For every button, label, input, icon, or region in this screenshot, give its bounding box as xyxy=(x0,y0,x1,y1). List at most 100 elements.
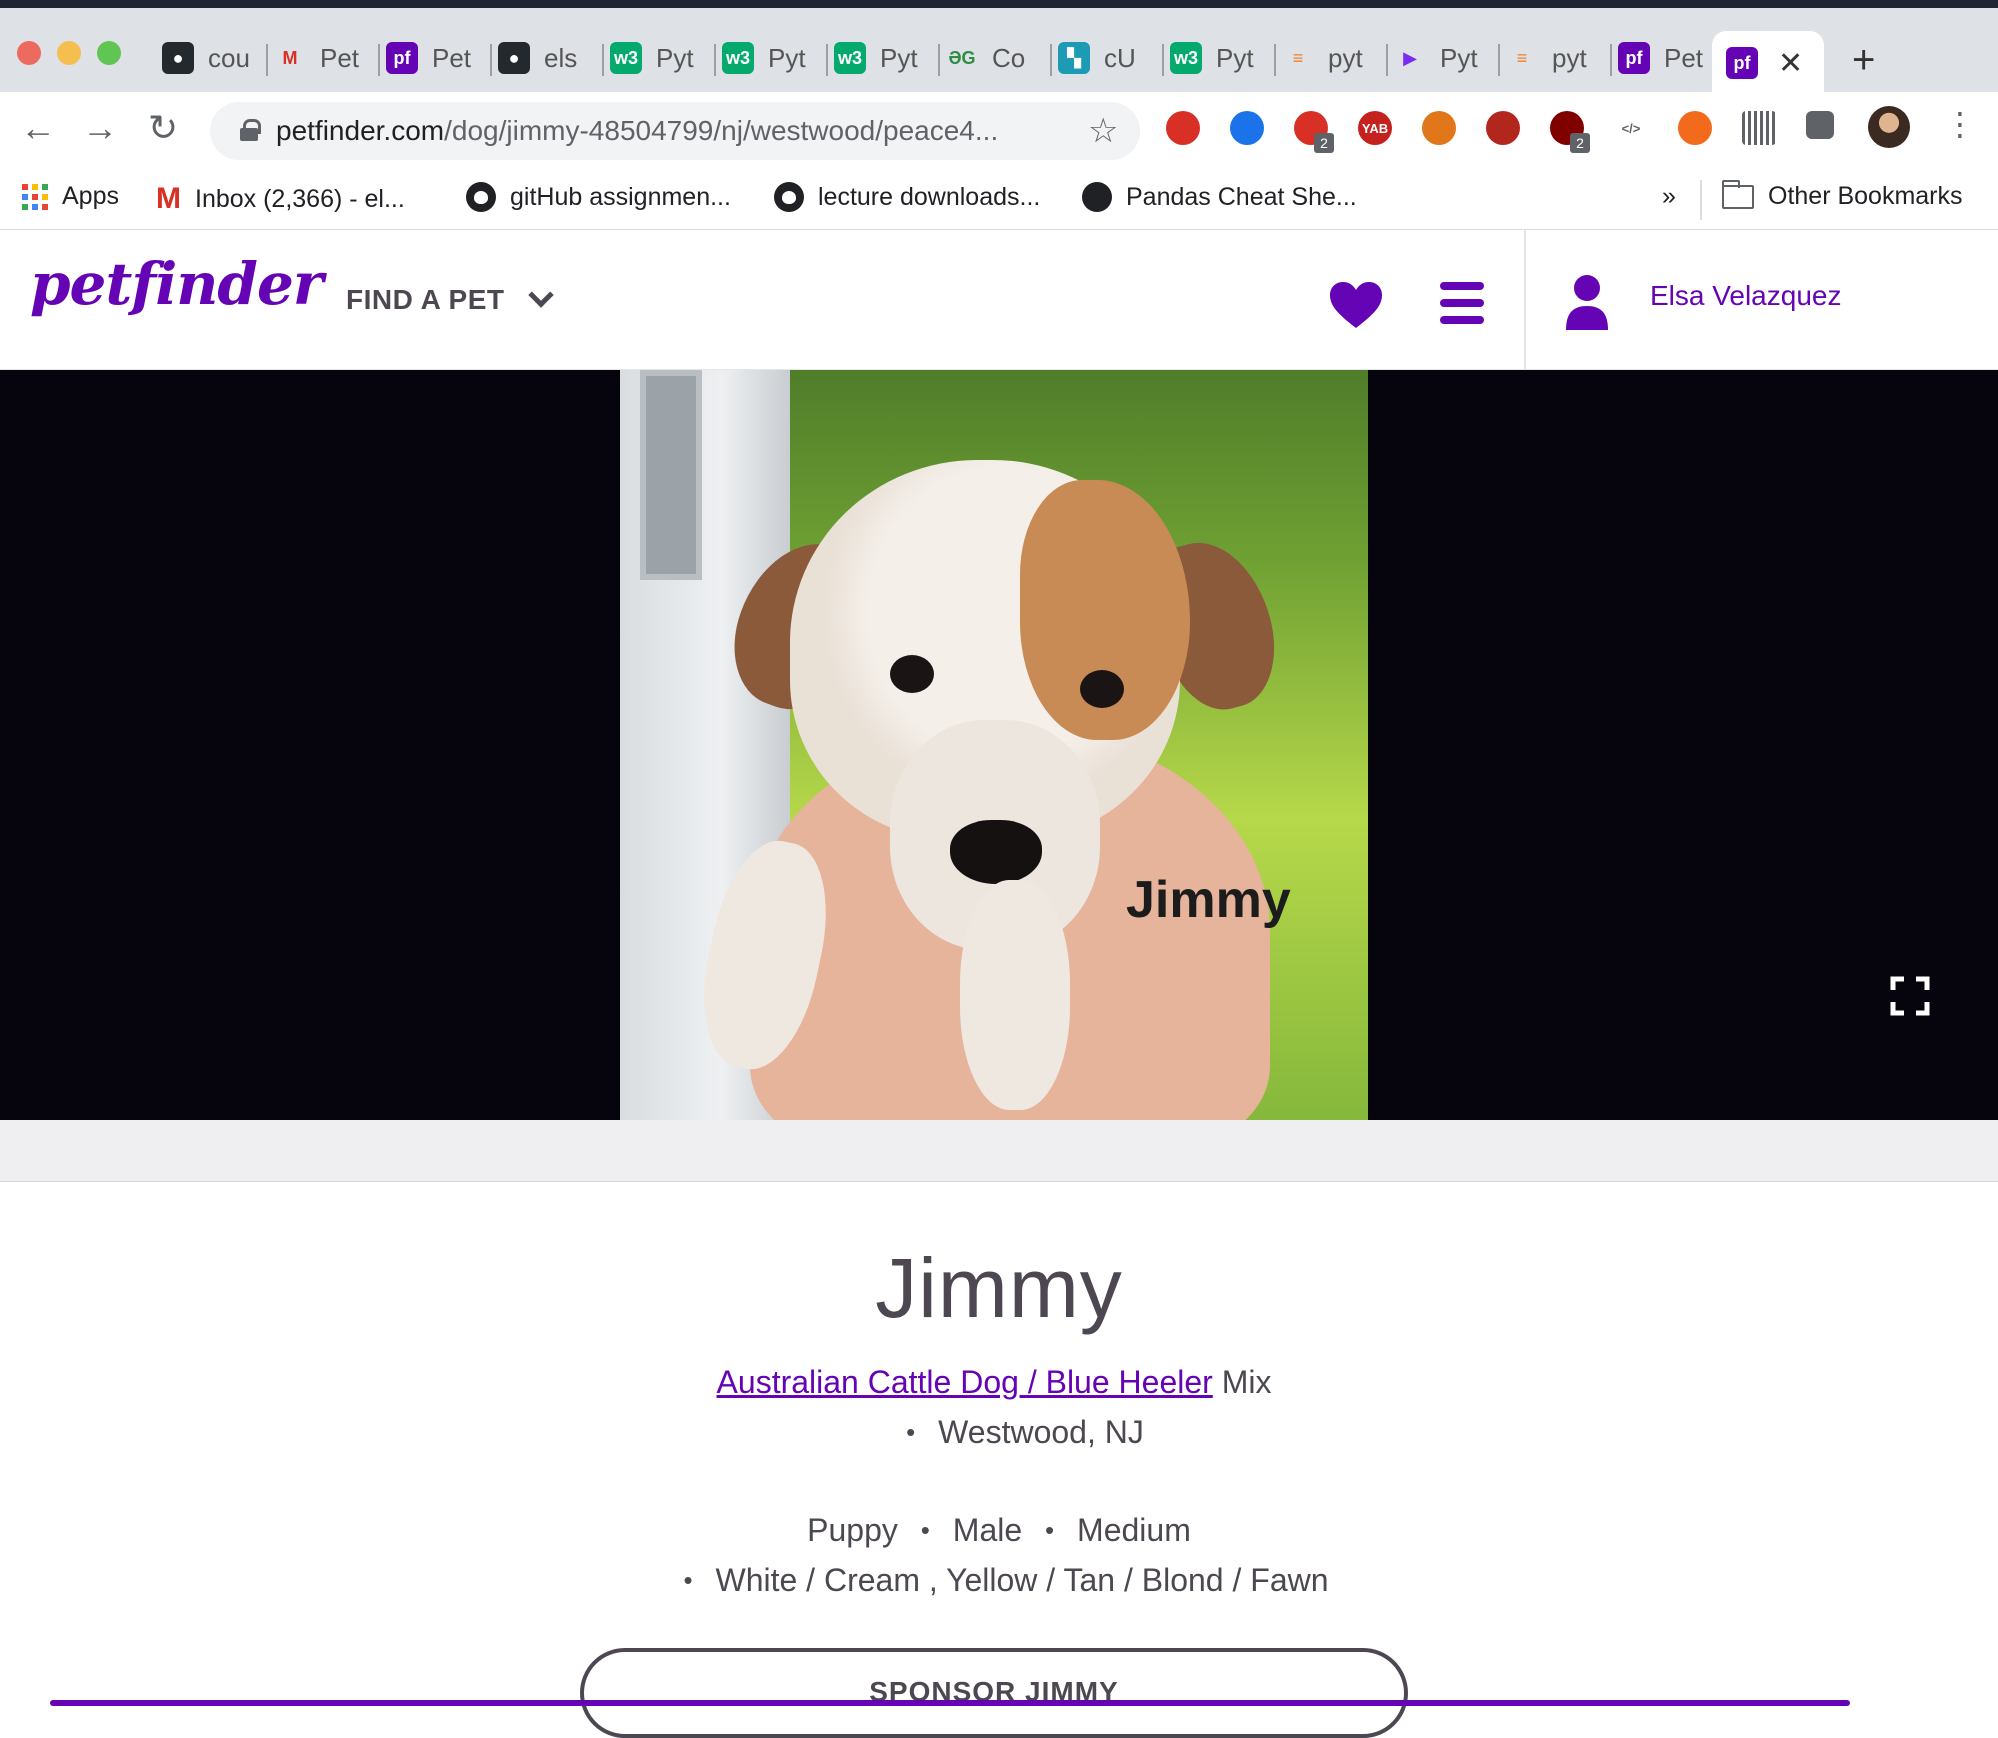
fullscreen-expand-icon[interactable] xyxy=(1890,976,1930,1016)
bookmark-pandas-cheat-sheet[interactable]: Pandas Cheat She... xyxy=(1082,182,1357,212)
separator-dot: • xyxy=(906,1417,916,1447)
close-window-button[interactable] xyxy=(17,41,41,65)
pet-gender: Male xyxy=(952,1512,1023,1548)
browser-tab[interactable]: ƏG Co xyxy=(946,38,1044,78)
browser-tab[interactable]: pf Pet xyxy=(1618,38,1708,78)
site-header: petfinder FIND A PET Elsa Velazquez xyxy=(0,230,1998,370)
sponsor-button[interactable]: SPONSOR JIMMY xyxy=(580,1648,1408,1738)
browser-tab[interactable]: ≡ pyt xyxy=(1282,38,1380,78)
find-a-pet-menu[interactable]: FIND A PET xyxy=(346,282,555,316)
reload-icon[interactable]: ↻ xyxy=(148,107,178,149)
github-icon xyxy=(774,182,804,212)
tab-label: Pyt xyxy=(768,42,806,73)
tab-label: cU xyxy=(1104,42,1136,73)
address-bar[interactable]: petfinder.com/dog/jimmy-48504799/nj/west… xyxy=(210,102,1140,160)
tab-label: els xyxy=(544,42,578,73)
tab-label: Pet xyxy=(320,42,360,73)
tab-separator xyxy=(938,44,940,76)
browser-tab[interactable]: ● els xyxy=(498,38,596,78)
tab-separator xyxy=(490,44,492,76)
browser-tab[interactable]: w3 Pyt xyxy=(610,38,708,78)
separator-dot: • xyxy=(1045,1515,1055,1545)
pet-location: Westwood, NJ xyxy=(938,1414,1144,1450)
profile-avatar[interactable] xyxy=(1868,106,1910,148)
browser-tab[interactable]: w3 Pyt xyxy=(1170,38,1268,78)
tab-separator xyxy=(1162,44,1164,76)
tab-label: Pet xyxy=(432,42,472,73)
tab-label: Pet xyxy=(1664,42,1704,73)
tab-label: cou xyxy=(208,42,250,73)
bookmark-lecture-downloads[interactable]: lecture downloads... xyxy=(774,182,1040,212)
browser-tab[interactable]: pf Pet xyxy=(386,38,484,78)
yab-icon[interactable]: YAB xyxy=(1358,111,1392,145)
bookmark-github-assignments[interactable]: gitHub assignmen... xyxy=(466,182,731,212)
separator-dot: • xyxy=(920,1515,930,1545)
tab-label: Co xyxy=(992,42,1026,73)
browser-tab[interactable]: ≡ pyt xyxy=(1506,38,1604,78)
close-tab-icon[interactable]: ✕ xyxy=(1778,46,1803,81)
pet-photo[interactable]: Jimmy xyxy=(620,370,1368,1120)
lock-icon[interactable] xyxy=(240,119,261,141)
target-icon[interactable] xyxy=(1166,111,1200,145)
photo-dog-eye xyxy=(1080,670,1124,708)
bookmarks-bar: Apps M Inbox (2,366) - el... gitHub assi… xyxy=(0,174,1998,230)
geeksforgeeks-icon: ƏG xyxy=(948,47,976,68)
hamburger-menu-icon[interactable] xyxy=(1440,282,1484,324)
tab-separator xyxy=(1050,44,1052,76)
barcode-icon[interactable] xyxy=(1742,111,1776,145)
puzzle-icon[interactable] xyxy=(1806,111,1834,139)
new-tab-button[interactable]: + xyxy=(1852,38,1875,83)
browser-tab[interactable]: w3 Pyt xyxy=(722,38,820,78)
ublock-icon[interactable]: 2 xyxy=(1550,111,1590,153)
browser-tab[interactable]: w3 Pyt xyxy=(834,38,932,78)
back-arrow-icon[interactable]: ← xyxy=(20,107,56,149)
audio-icon[interactable] xyxy=(1486,111,1520,145)
photo-dog-nose xyxy=(950,820,1042,884)
petfinder-logo[interactable]: petfinder xyxy=(30,250,323,318)
stackoverflow-icon: ≡ xyxy=(1292,47,1304,68)
pandas-icon xyxy=(1082,182,1112,212)
tab-separator xyxy=(1274,44,1276,76)
user-account-icon[interactable] xyxy=(1564,274,1610,330)
user-name-link[interactable]: Elsa Velazquez xyxy=(1650,280,1841,312)
other-bookmarks[interactable]: Other Bookmarks xyxy=(1722,179,1963,211)
breed-link[interactable]: Australian Cattle Dog / Blue Heeler xyxy=(717,1364,1213,1400)
metamask-icon[interactable] xyxy=(1422,111,1456,145)
bookmark-star-icon[interactable]: ☆ xyxy=(1088,111,1118,151)
tab-label: pyt xyxy=(1552,42,1587,73)
bookmarks-overflow-button[interactable]: » xyxy=(1662,182,1676,211)
browser-tab[interactable]: ▚ cU xyxy=(1058,38,1156,78)
browser-tab[interactable]: M Pet xyxy=(274,38,372,78)
url-text[interactable]: petfinder.com/dog/jimmy-48504799/nj/west… xyxy=(276,115,998,147)
browser-tab[interactable]: ● cou xyxy=(162,38,260,78)
bookmark-label: lecture downloads... xyxy=(818,182,1041,211)
breed-line: Australian Cattle Dog / Blue Heeler Mix xyxy=(0,1364,1988,1401)
browser-menu-icon[interactable]: ⋮ xyxy=(1944,108,1976,140)
grammarly-icon[interactable]: 2 xyxy=(1294,111,1334,153)
forward-arrow-icon[interactable]: → xyxy=(82,107,118,149)
tab-separator xyxy=(1610,44,1612,76)
bookmark-inbox[interactable]: M Inbox (2,366) - el... xyxy=(156,182,405,216)
browser-toolbar: ← → ↻ petfinder.com/dog/jimmy-48504799/n… xyxy=(0,92,1998,174)
pet-colors: White / Cream , Yellow / Tan / Blond / F… xyxy=(715,1562,1329,1598)
lifebuoy-icon[interactable] xyxy=(1678,111,1712,145)
bookmark-apps[interactable]: Apps xyxy=(22,182,119,211)
breed-suffix: Mix xyxy=(1221,1364,1272,1400)
photo-caption: Jimmy xyxy=(1126,871,1291,929)
minimize-window-button[interactable] xyxy=(57,41,81,65)
bookmark-app-icon: ▚ xyxy=(1058,42,1090,74)
window-top-edge xyxy=(0,0,1998,8)
find-a-pet-label: FIND A PET xyxy=(346,284,505,315)
tab-label: Pyt xyxy=(880,42,918,73)
location-line: • Westwood, NJ xyxy=(0,1414,1998,1451)
browser-tab[interactable]: ▶ Pyt xyxy=(1394,38,1492,78)
w3schools-icon: w3 xyxy=(1170,42,1202,74)
pet-photo-gallery: Jimmy xyxy=(0,370,1998,1120)
zoom-window-button[interactable] xyxy=(97,41,121,65)
tab-label: Pyt xyxy=(656,42,694,73)
favorites-heart-icon[interactable] xyxy=(1328,280,1384,330)
block-icon[interactable] xyxy=(1230,111,1264,145)
w3schools-icon: w3 xyxy=(834,42,866,74)
bookmark-label: Apps xyxy=(62,182,119,210)
code-icon[interactable]: </> xyxy=(1614,111,1648,145)
